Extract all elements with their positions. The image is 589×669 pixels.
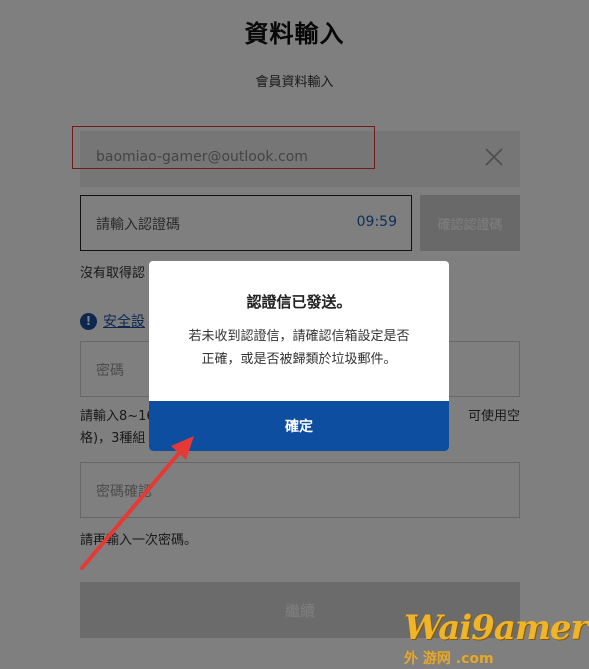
watermark-sub-text: 外 游网 .com — [404, 651, 494, 667]
dialog-message-line1: 若未收到認證信，請確認信箱設定是否 — [188, 329, 410, 344]
watermark-main-text: Wai9amer — [404, 608, 588, 648]
dialog-message-line2: 正確，或是否被歸類於垃圾郵件。 — [201, 352, 397, 367]
dialog-ok-button[interactable]: 確定 — [149, 401, 449, 451]
dialog-message: 若未收到認證信，請確認信箱設定是否 正確，或是否被歸類於垃圾郵件。 — [165, 325, 433, 371]
dialog-title: 認證信已發送。 — [246, 293, 352, 311]
site-watermark-logo: Wai9amer 外 游网 .com — [400, 608, 589, 669]
verification-sent-dialog: 認證信已發送。 若未收到認證信，請確認信箱設定是否 正確，或是否被歸類於垃圾郵件… — [149, 261, 449, 451]
